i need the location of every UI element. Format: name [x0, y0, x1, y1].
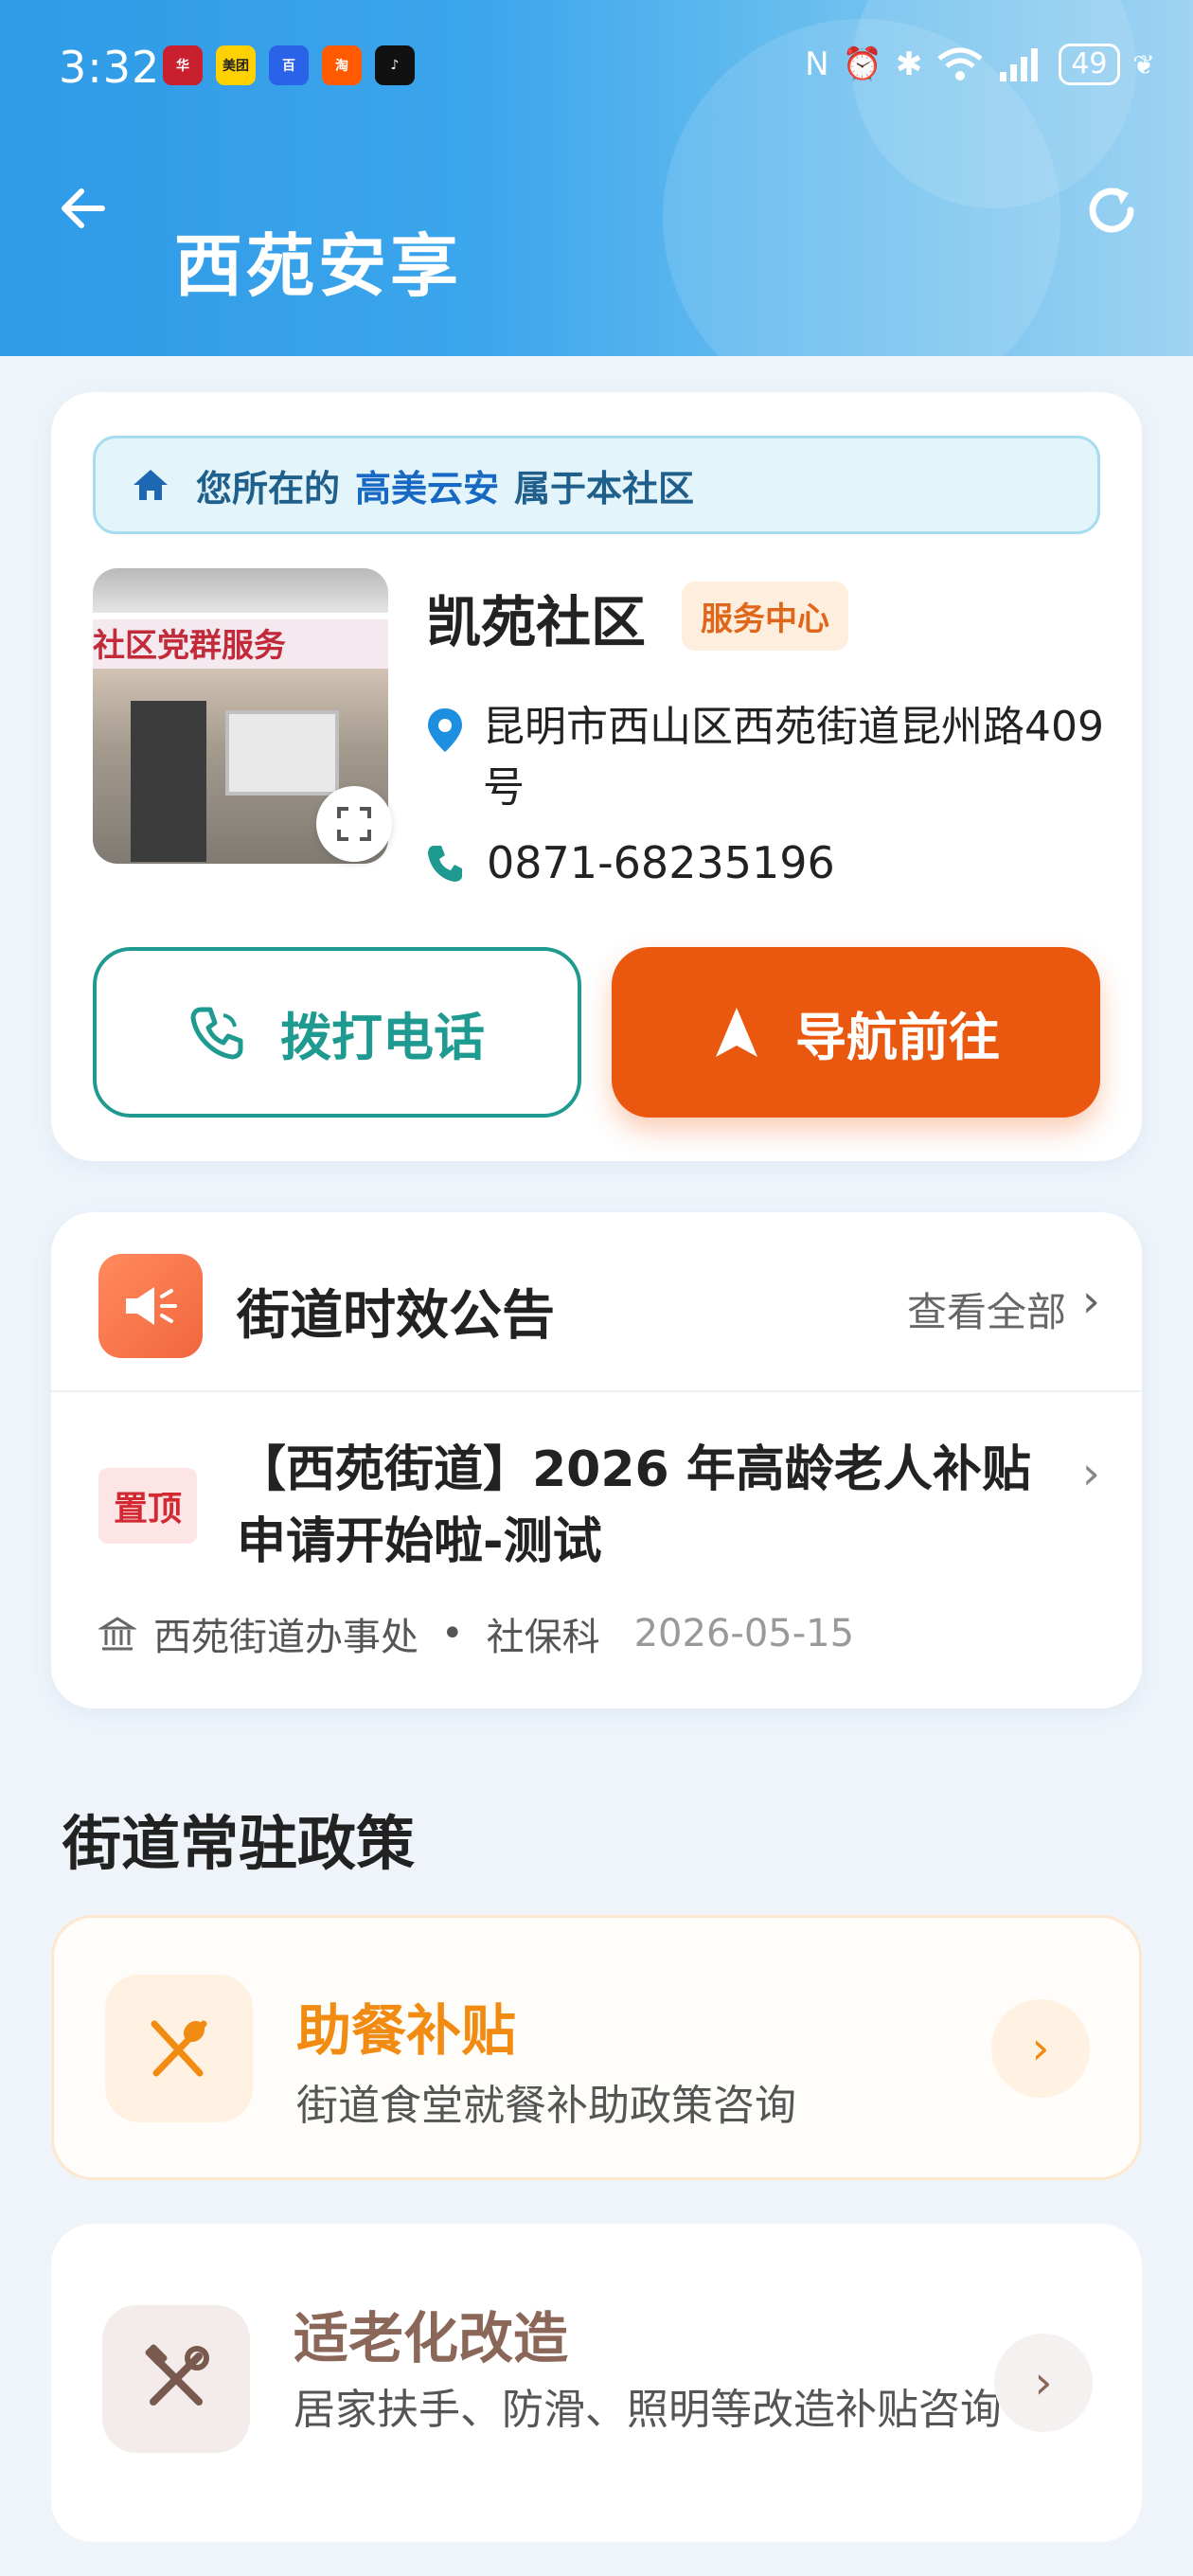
hammer-wrench-icon	[145, 2344, 209, 2406]
policy-description: 居家扶手、防滑、照明等改造补贴咨询	[294, 2386, 1002, 2434]
call-button[interactable]: 拨打电话	[93, 947, 581, 1118]
navigation-arrow-icon	[716, 1008, 757, 1057]
arrow-left-icon	[62, 188, 105, 228]
policy-item-meal-subsidy[interactable]: 助餐补贴 街道食堂就餐补助政策咨询 ›	[51, 1915, 1142, 2180]
belong-place: 高美云安	[355, 467, 500, 510]
belong-prefix: 您所在的	[196, 467, 341, 510]
chevron-right-icon[interactable]: ›	[1082, 1447, 1100, 1500]
tiktok-app-icon: ♪	[375, 45, 415, 85]
notice-department: 社保科	[486, 1616, 600, 1659]
policy-description: 街道食堂就餐补助政策咨询	[296, 2082, 796, 2130]
meituan-app-icon: 美团	[216, 45, 256, 85]
location-pin-icon	[428, 708, 462, 752]
taobao-app-icon: 淘	[322, 45, 362, 85]
photo-board	[225, 710, 339, 796]
photo-banner-text: 社区党群服务	[93, 619, 388, 669]
huawei-app-icon: 华	[163, 45, 203, 85]
back-button[interactable]	[55, 180, 121, 246]
home-icon	[134, 470, 168, 500]
phone-number: 0871-68235196	[487, 837, 835, 888]
policy-item-aging-renovation[interactable]: 适老化改造 居家扶手、防滑、照明等改造补贴咨询 ›	[51, 2224, 1142, 2542]
battery-indicator: 49	[1059, 44, 1120, 85]
fork-spoon-icon	[151, 2020, 207, 2077]
notice-card: 街道时效公告 查看全部 › 置顶 【西苑街道】2026 年高龄老人补贴申请开始啦…	[51, 1212, 1142, 1708]
view-all-link[interactable]: 查看全部	[907, 1280, 1066, 1338]
notice-divider	[51, 1390, 1142, 1392]
system-icons: N ⏰ ✱ 49 ❦	[805, 44, 1155, 85]
leaf-icon: ❦	[1132, 48, 1155, 80]
community-name: 凯苑社区	[426, 590, 647, 654]
policy-title: 适老化改造	[294, 2306, 569, 2370]
navigate-button-label: 导航前往	[795, 1007, 1000, 1067]
nfc-icon: N	[805, 45, 829, 83]
address-text: 昆明市西山区西苑街道昆州路409号	[483, 703, 1104, 812]
community-address: 昆明市西山区西苑街道昆州路409号	[426, 697, 1108, 818]
notice-section-title: 街道时效公告	[237, 1285, 555, 1347]
phone-call-icon	[190, 1007, 243, 1060]
photo-door	[131, 701, 206, 862]
community-card: 您所在的 高美云安 属于本社区 社区党群服务 凯苑社区 服务中心 昆明市西山区西…	[51, 392, 1142, 1161]
pinned-badge: 置顶	[98, 1468, 198, 1544]
notice-meta: 西苑街道办事处 • 社保科 2026-05-15	[98, 1606, 854, 1661]
call-button-label: 拨打电话	[280, 1007, 485, 1067]
notice-item-title[interactable]: 【西苑街道】2026 年高龄老人补贴申请开始啦-测试	[237, 1434, 1051, 1578]
service-center-badge: 服务中心	[682, 581, 848, 651]
chevron-right-icon[interactable]: ›	[1082, 1275, 1100, 1328]
meta-separator: •	[441, 1612, 464, 1655]
tools-icon-box	[102, 2305, 250, 2453]
baidu-app-icon: 百	[269, 45, 309, 85]
page-title: 西苑安享	[174, 226, 463, 306]
navigate-button[interactable]: 导航前往	[612, 947, 1100, 1118]
utensils-icon-box	[105, 1975, 253, 2122]
wifi-icon	[937, 47, 983, 80]
notice-source: 西苑街道办事处	[153, 1616, 418, 1659]
government-building-icon	[98, 1617, 136, 1651]
notice-date: 2026-05-15	[633, 1612, 855, 1655]
community-belong-banner: 您所在的 高美云安 属于本社区	[93, 436, 1100, 534]
policy-section-title: 街道常驻政策	[62, 1809, 416, 1878]
phone-icon	[428, 846, 462, 882]
chevron-right-icon[interactable]: ›	[994, 2334, 1093, 2432]
megaphone-icon	[126, 1287, 177, 1325]
belong-suffix: 属于本社区	[514, 467, 695, 510]
community-phone: 0871-68235196	[426, 837, 835, 888]
megaphone-icon-box	[98, 1254, 203, 1358]
policy-title: 助餐补贴	[296, 1998, 517, 2063]
bluetooth-icon: ✱	[895, 45, 923, 83]
expand-icon	[337, 807, 371, 841]
signal-icon	[1000, 48, 1039, 81]
status-app-icons: 华 美团 百 淘 ♪	[163, 45, 415, 85]
alarm-icon: ⏰	[842, 45, 882, 83]
status-time: 3:32	[59, 42, 161, 93]
chevron-right-icon[interactable]: ›	[991, 1999, 1090, 2098]
refresh-button[interactable]	[1081, 180, 1148, 246]
expand-photo-button[interactable]	[316, 786, 392, 862]
refresh-icon	[1089, 188, 1134, 233]
status-bar: 3:32 华 美团 百 淘 ♪ N ⏰ ✱ 49 ❦	[0, 0, 1193, 133]
